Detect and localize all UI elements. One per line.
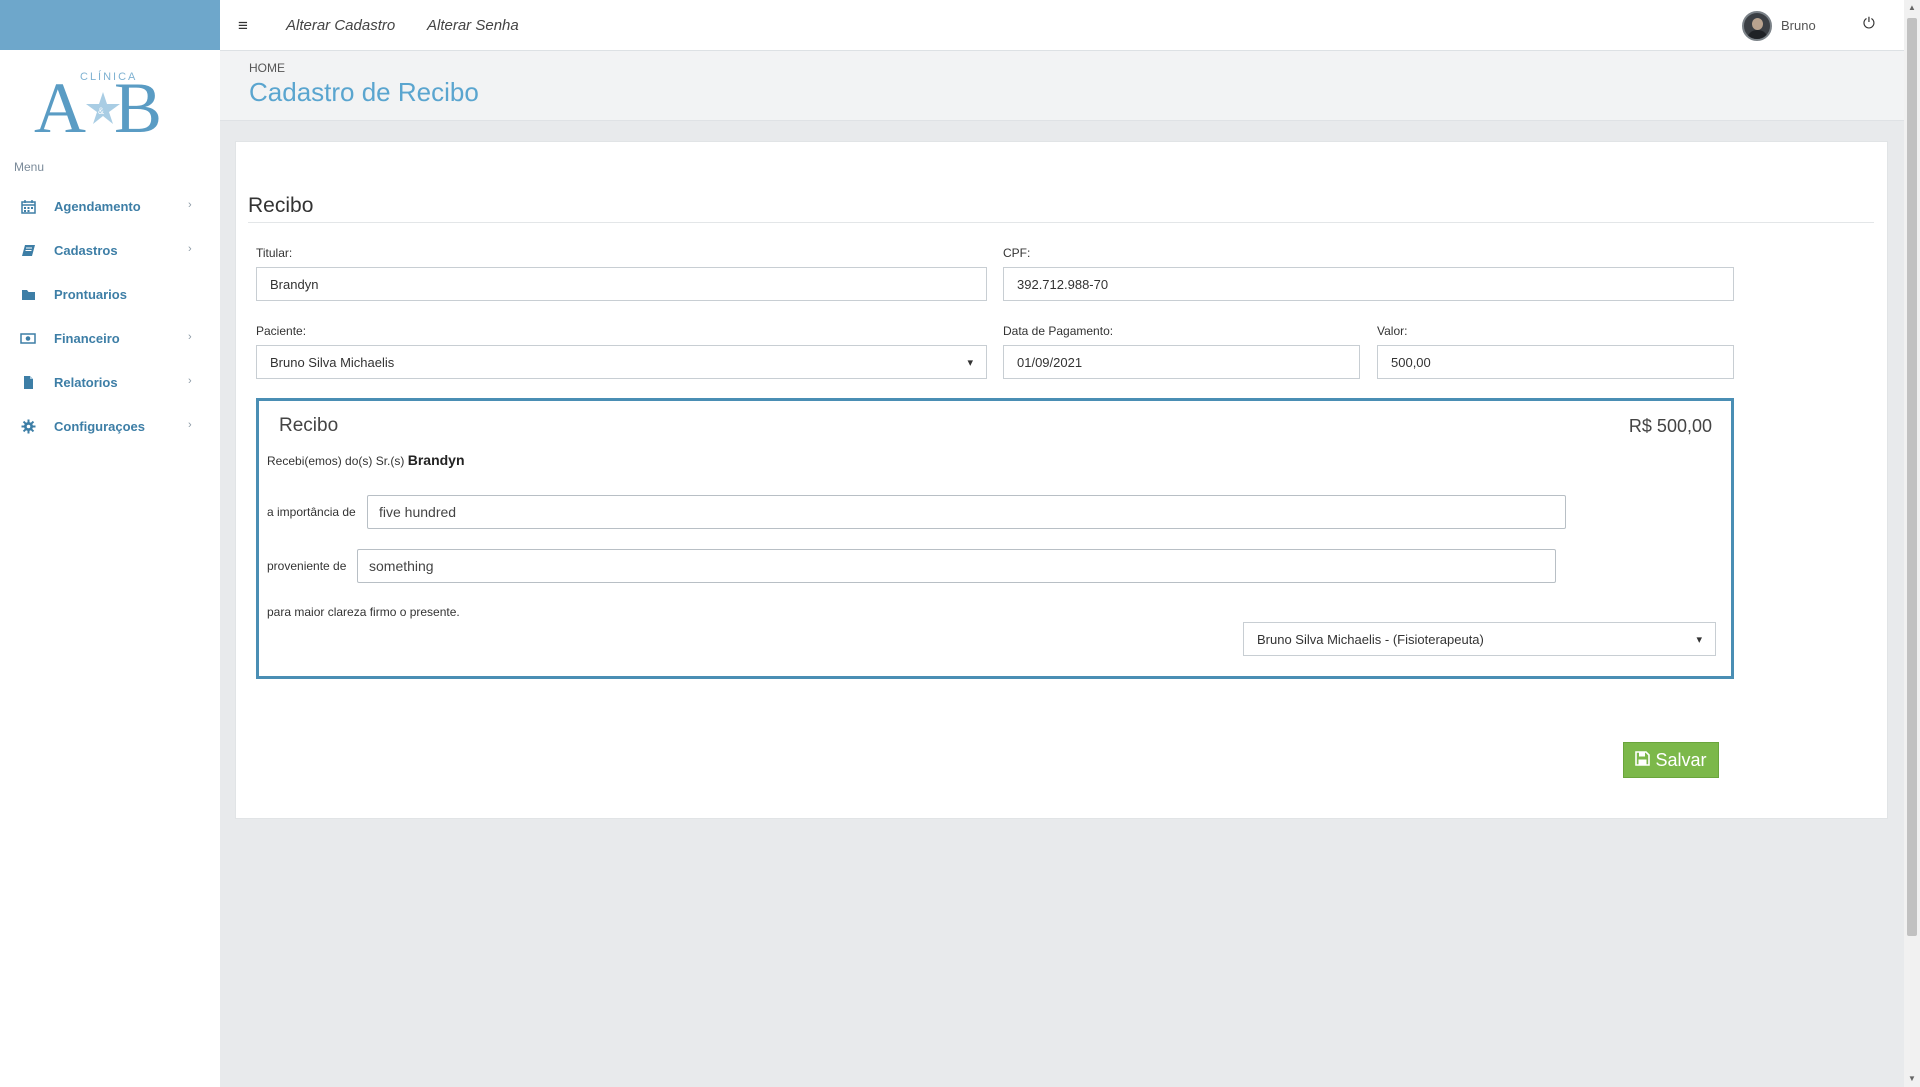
sidebar-item-configuracoes[interactable]: Configuraçoes › <box>0 404 220 448</box>
sidebar: A B CLÍNICA & Menu Agendamento › Cadastr… <box>0 0 220 1087</box>
titular-input[interactable]: Brandyn <box>256 267 987 301</box>
alterar-cadastro-link[interactable]: Alterar Cadastro <box>286 17 395 34</box>
titular-label: Titular: <box>256 246 293 260</box>
received-from-line: Recebi(emos) do(s) Sr.(s) Brandyn <box>267 452 465 468</box>
avatar[interactable] <box>1742 11 1772 41</box>
sidebar-item-prontuarios[interactable]: Prontuarios <box>0 272 220 316</box>
alterar-senha-link[interactable]: Alterar Senha <box>427 17 519 34</box>
sidebar-item-relatorios[interactable]: Relatorios › <box>0 360 220 404</box>
sidebar-item-label: Configuraçoes <box>54 418 146 434</box>
valor-label: Valor: <box>1377 324 1408 338</box>
scroll-down-icon[interactable]: ▼ <box>1908 1074 1916 1083</box>
professional-select-value: Bruno Silva Michaelis - (Fisioterapeuta) <box>1257 631 1484 647</box>
svg-text:&: & <box>98 106 104 116</box>
paciente-label: Paciente: <box>256 324 307 338</box>
svg-text:CLÍNICA: CLÍNICA <box>80 70 137 83</box>
chevron-right-icon: › <box>188 419 192 431</box>
breadcrumb[interactable]: HOME <box>249 61 285 75</box>
cpf-label: CPF: <box>1003 246 1031 260</box>
sidebar-item-financeiro[interactable]: Financeiro › <box>0 316 220 360</box>
money-icon <box>20 330 36 346</box>
cpf-input[interactable]: 392.712.988-70 <box>1003 267 1734 301</box>
chevron-right-icon: › <box>188 199 192 211</box>
page-title: Cadastro de Recibo <box>249 77 479 107</box>
svg-text:A: A <box>34 68 86 142</box>
received-name: Brandyn <box>407 452 465 468</box>
menu-title: Menu <box>14 160 45 174</box>
sidebar-item-label: Relatorios <box>54 374 118 390</box>
save-button-label: Salvar <box>1655 749 1707 770</box>
sidebar-item-cadastros[interactable]: Cadastros › <box>0 228 220 272</box>
data-pagamento-label: Data de Pagamento: <box>1003 324 1114 338</box>
section-title: Recibo <box>248 194 314 217</box>
page-scrollbar[interactable]: ▲ ▼ <box>1904 0 1920 1087</box>
divider <box>248 222 1874 223</box>
paciente-select[interactable]: Bruno Silva Michaelis ▾ <box>256 345 987 379</box>
sidebar-item-label: Cadastros <box>54 242 118 258</box>
chevron-right-icon: › <box>188 331 192 343</box>
gear-icon <box>20 418 36 434</box>
book-icon <box>20 242 36 258</box>
receipt-title: Recibo <box>279 415 339 436</box>
chevron-right-icon: › <box>188 375 192 387</box>
proveniente-label: proveniente de <box>267 559 347 573</box>
scroll-up-icon[interactable]: ▲ <box>1908 3 1916 12</box>
form-card: Recibo Titular: Brandyn CPF: 392.712.988… <box>235 141 1888 819</box>
hamburger-menu-icon[interactable]: ≡ <box>238 16 248 36</box>
received-prefix: Recebi(emos) do(s) Sr.(s) <box>267 454 405 468</box>
sidebar-item-label: Agendamento <box>54 198 141 214</box>
paciente-select-value: Bruno Silva Michaelis <box>270 354 395 370</box>
clinic-logo[interactable]: A B CLÍNICA & <box>0 50 220 150</box>
valor-input[interactable]: 500,00 <box>1377 345 1734 379</box>
floppy-disk-icon <box>1635 751 1651 769</box>
sidebar-header-bar <box>0 0 220 50</box>
save-button[interactable]: Salvar <box>1623 742 1719 778</box>
importancia-label: a importância de <box>267 505 356 519</box>
user-name[interactable]: Bruno <box>1781 18 1816 33</box>
proveniente-input[interactable]: something <box>357 549 1556 583</box>
professional-select[interactable]: Bruno Silva Michaelis - (Fisioterapeuta)… <box>1243 622 1716 656</box>
topbar: ≡ Alterar Cadastro Alterar Senha Bruno ⏻ <box>220 0 1904 51</box>
sidebar-item-label: Prontuarios <box>54 286 127 302</box>
chevron-down-icon: ▾ <box>1696 633 1702 646</box>
power-icon[interactable]: ⏻ <box>1863 15 1875 32</box>
folder-icon <box>20 286 36 302</box>
receipt-amount: R$ 500,00 <box>1628 416 1712 436</box>
sidebar-item-label: Financeiro <box>54 330 120 346</box>
file-icon <box>20 374 36 390</box>
data-pagamento-input[interactable]: 01/09/2021 <box>1003 345 1360 379</box>
scrollbar-thumb[interactable] <box>1907 18 1917 936</box>
receipt-box: Recibo R$ 500,00 Recebi(emos) do(s) Sr.(… <box>256 398 1734 679</box>
calendar-icon <box>20 198 36 214</box>
closing-text: para maior clareza firmo o presente. <box>267 605 460 619</box>
importancia-input[interactable]: five hundred <box>367 495 1566 529</box>
sidebar-item-agendamento[interactable]: Agendamento › <box>0 184 220 228</box>
chevron-down-icon: ▾ <box>967 356 973 369</box>
chevron-right-icon: › <box>188 243 192 255</box>
page-header: HOME Cadastro de Recibo <box>220 51 1904 121</box>
